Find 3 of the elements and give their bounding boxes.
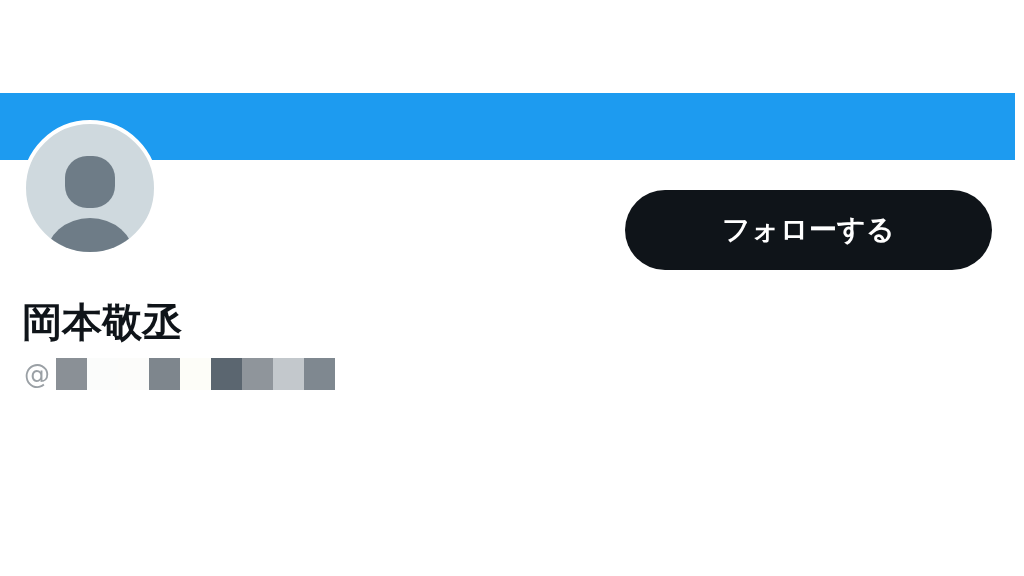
display-name: 岡本敬丞 — [22, 298, 183, 346]
handle-prefix: @ — [24, 358, 50, 390]
follow-button[interactable]: フォローする — [625, 190, 992, 270]
